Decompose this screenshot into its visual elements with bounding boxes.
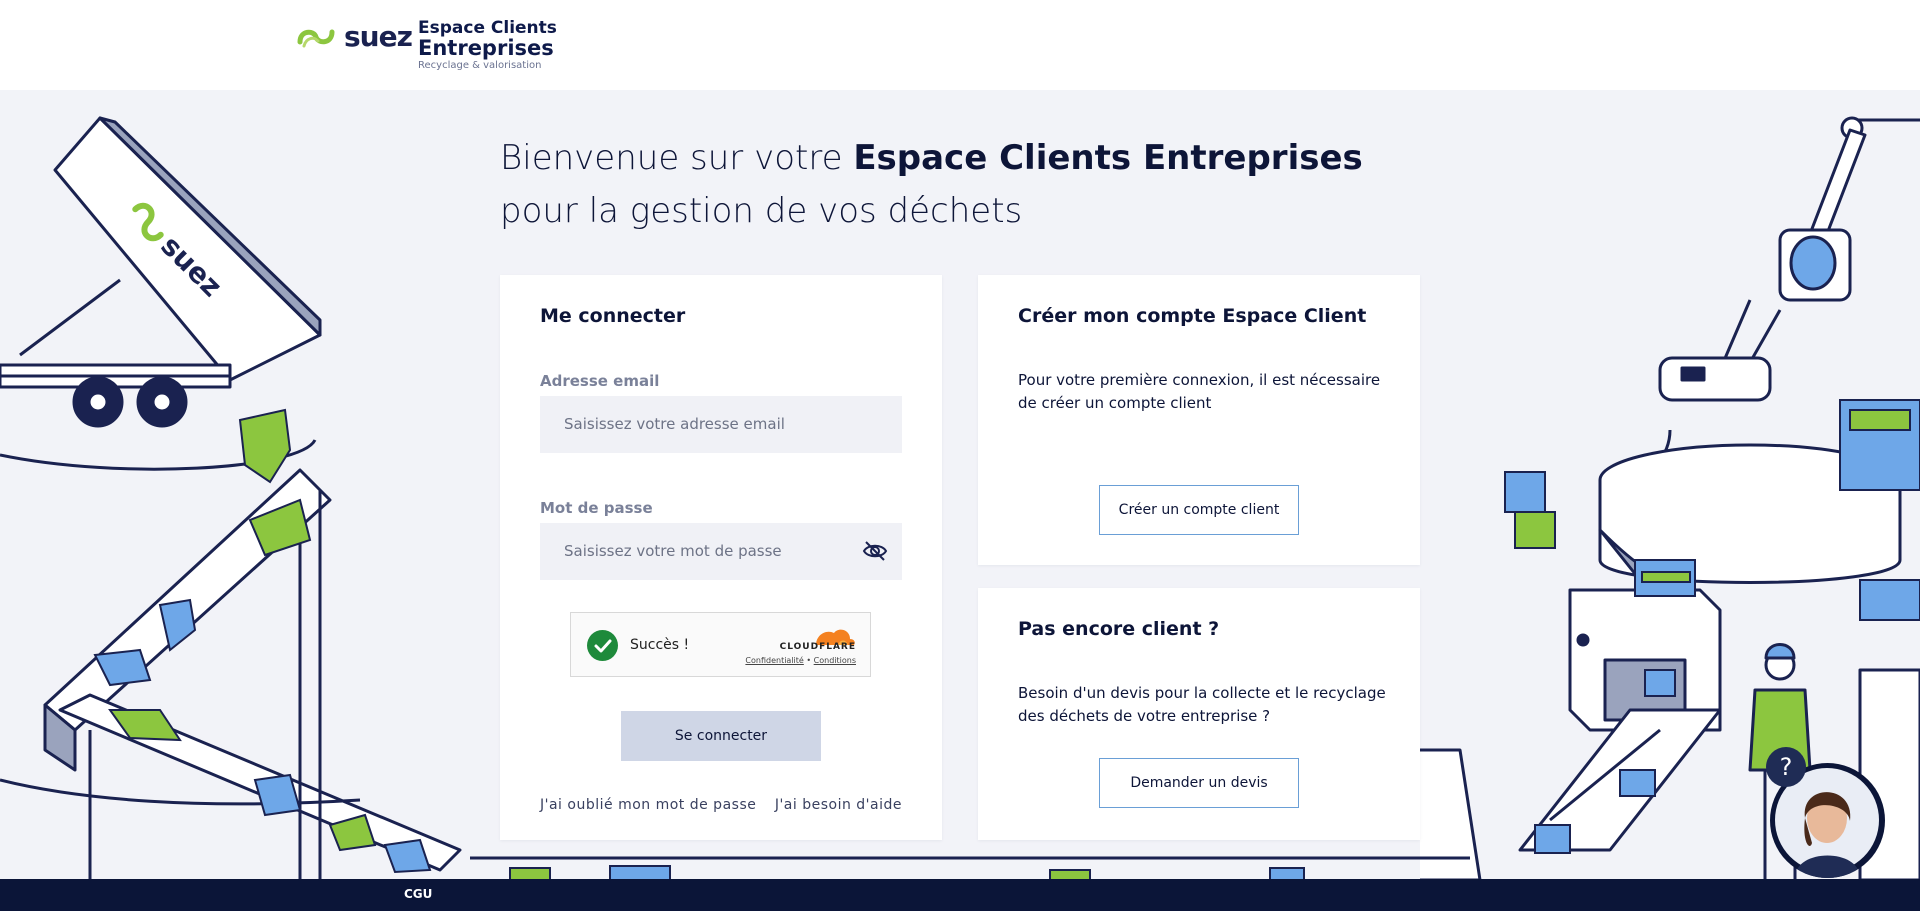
page-headline: Bienvenue sur votre Espace Clients Entre…: [500, 132, 1400, 238]
cgu-link[interactable]: CGU: [404, 887, 432, 901]
headline-bold: Espace Clients Entreprises: [853, 138, 1363, 178]
request-quote-button[interactable]: Demander un devis: [1099, 758, 1299, 808]
cloudflare-wordmark: CLOUDFLARE: [779, 642, 856, 652]
headline-line2: pour la gestion de vos déchets: [500, 191, 1023, 231]
captcha-privacy-link[interactable]: Confidentialité: [745, 656, 803, 665]
logo-title-1: Espace Clients: [418, 18, 557, 38]
login-submit-button[interactable]: Se connecter: [621, 711, 821, 761]
captcha-terms-link[interactable]: Conditions: [814, 656, 856, 665]
right-illustration: [1420, 116, 1920, 880]
create-account-text: Pour votre première connexion, il est né…: [1018, 371, 1381, 412]
left-illustration: suez: [0, 116, 462, 880]
captcha-separator: •: [806, 656, 812, 665]
password-input[interactable]: Saisissez votre mot de passe: [540, 523, 902, 580]
email-placeholder: Saisissez votre adresse email: [564, 415, 785, 433]
site-header: suez Espace Clients Entreprises Recyclag…: [0, 0, 1920, 90]
logo-tagline: Recyclage & valorisation: [418, 60, 542, 71]
create-account-card: Créer mon compte Espace Client Pour votr…: [978, 275, 1420, 565]
forgot-password-link[interactable]: J'ai oublié mon mot de passe: [540, 797, 756, 813]
captcha-status: Succès !: [630, 637, 690, 653]
eye-slash-icon[interactable]: [862, 540, 888, 562]
need-help-link[interactable]: J'ai besoin d'aide: [775, 797, 902, 813]
headline-prefix: Bienvenue sur votre: [500, 138, 854, 178]
logo-text-block: Espace Clients Entreprises Recyclage & v…: [418, 19, 578, 72]
create-account-button[interactable]: Créer un compte client: [1099, 485, 1299, 535]
quote-text: Besoin d'un devis pour la collecte et le…: [1018, 684, 1386, 725]
suez-swirl-icon: [297, 29, 335, 47]
suez-mark: suez: [296, 20, 413, 53]
email-input[interactable]: Saisissez votre adresse email: [540, 396, 902, 453]
password-label: Mot de passe: [540, 499, 653, 517]
quote-card: Pas encore client ? Besoin d'un devis po…: [978, 588, 1420, 840]
help-question-icon[interactable]: ?: [1766, 747, 1806, 787]
suez-logo[interactable]: suez Espace Clients Entreprises Recyclag…: [296, 19, 557, 71]
logo-title-2: Entreprises: [418, 36, 554, 60]
captcha-links: Confidentialité • Conditions: [745, 656, 856, 665]
suez-wordmark: suez: [344, 20, 413, 53]
site-footer: CGU: [0, 879, 1920, 911]
password-placeholder: Saisissez votre mot de passe: [564, 542, 782, 560]
success-check-icon: [587, 630, 618, 661]
quote-title: Pas encore client ?: [1018, 618, 1220, 640]
create-account-title: Créer mon compte Espace Client: [1018, 305, 1367, 327]
bottom-illustration: [470, 856, 1470, 880]
cloudflare-captcha[interactable]: Succès ! CLOUDFLARE Confidentialité • Co…: [570, 612, 871, 677]
login-card: Me connecter Adresse email Saisissez vot…: [500, 275, 942, 840]
login-title: Me connecter: [540, 305, 686, 327]
email-label: Adresse email: [540, 372, 660, 390]
